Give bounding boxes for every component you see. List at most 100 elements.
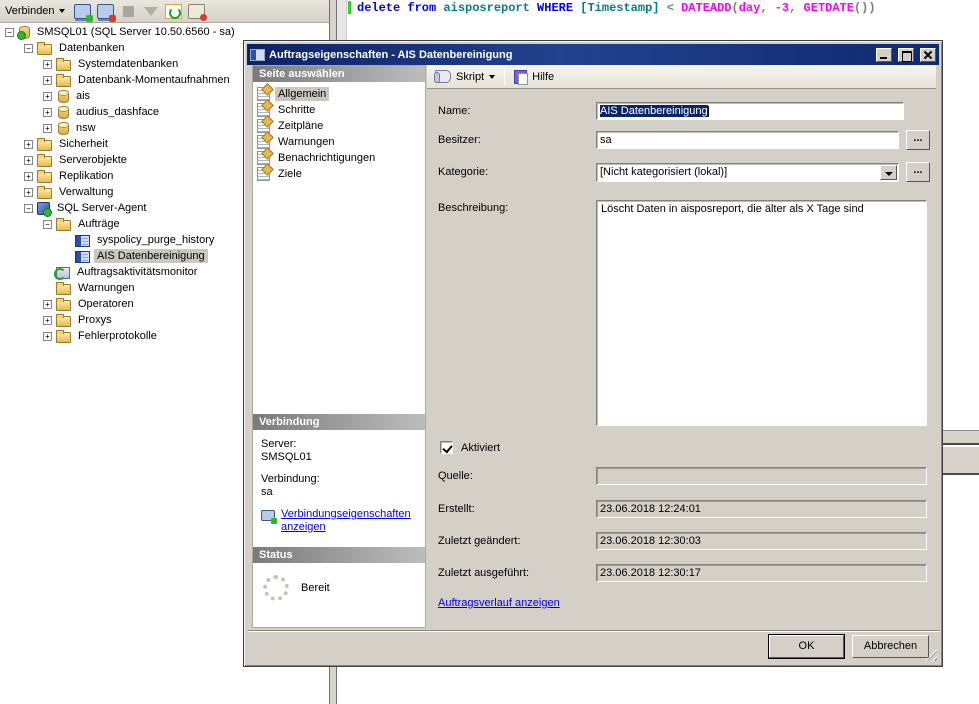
minimize-button[interactable] [876,48,892,62]
collapse-toggle[interactable]: − [24,204,33,213]
chevron-down-icon[interactable] [489,75,495,79]
filter-icon[interactable] [144,7,158,16]
job-icon [75,251,90,263]
folder-icon [37,140,52,151]
agent-icon [37,202,50,215]
category-select[interactable]: [Nicht kategorisiert (lokal)] [596,163,899,182]
dropdown-arrow-icon[interactable] [880,165,897,180]
owner-browse-button[interactable]: ... [906,130,930,150]
connection-properties-icon [261,510,275,521]
job-history-link[interactable]: Auftragsverlauf anzeigen [438,597,560,609]
expand-toggle[interactable]: + [24,188,33,197]
expand-toggle[interactable]: + [43,76,52,85]
owner-input[interactable]: sa [596,131,899,149]
sql-token: WHERE [537,1,580,15]
expand-toggle[interactable]: + [43,92,52,101]
server-value: SMSQL01 [261,451,425,464]
expand-toggle[interactable]: + [24,140,33,149]
close-button[interactable] [920,48,936,62]
query-editor[interactable]: delete from aisposreport WHERE [Timestam… [337,0,979,40]
tree-item-label: nsw [73,121,99,135]
page-item-allgemein[interactable]: Allgemein [253,86,425,102]
folder-icon [56,316,71,327]
tree-item-label: Auftragsaktivitätsmonitor [74,265,200,279]
folder-icon [56,60,71,71]
enabled-label: Aktiviert [461,442,500,454]
folder-icon [37,172,52,183]
job-icon [75,235,90,247]
page-item-schritte[interactable]: Schritte [253,102,425,118]
script-error-icon[interactable] [188,4,205,19]
expand-toggle[interactable]: + [24,156,33,165]
modified-value: 23.06.2018 12:30:03 [600,535,701,547]
tree-item-label: SMSQL01 (SQL Server 10.50.6560 - sa) [34,25,238,39]
page-item-zeitpläne[interactable]: Zeitpläne [253,118,425,134]
sql-token: , [789,1,803,15]
connection-header: Verbindung [253,414,425,430]
tree-item-label: Replikation [56,169,116,183]
page-item-label: Zeitpläne [275,119,326,133]
tree-item-label: Proxys [75,313,115,327]
text-cursor [708,106,709,117]
sql-code-line[interactable]: delete from aisposreport WHERE [Timestam… [357,1,876,15]
tree-item-label: Fehlerprotokolle [75,329,160,343]
help-icon [514,70,527,84]
tree-item-label: Datenbank-Momentaufnahmen [75,73,233,87]
expand-toggle[interactable]: + [24,172,33,181]
job-properties-dialog: Auftragseigenschaften - AIS Datenbereini… [243,40,943,667]
sql-token: day [739,1,761,15]
category-browse-button[interactable]: ... [906,162,930,182]
dialog-titlebar[interactable]: Auftragseigenschaften - AIS Datenbereini… [247,44,939,65]
folder-icon [56,220,71,231]
help-button[interactable]: Hilfe [532,71,554,83]
expand-toggle[interactable]: + [43,108,52,117]
disconnect-server-icon[interactable] [97,4,114,19]
connect-dropdown-button[interactable]: Verbinden [2,3,68,19]
cancel-button[interactable]: Abbrechen [852,635,929,658]
view-connection-properties-link[interactable]: Verbindungseigenschaften anzeigen [281,508,401,534]
sql-token: aisposreport [443,1,537,15]
tree-item-label: AIS Datenbereinigung [94,249,208,263]
folder-icon [37,44,52,55]
name-input[interactable]: AIS Datenbereinigung [596,102,904,120]
refresh-icon[interactable] [165,4,182,19]
expand-toggle[interactable]: + [43,316,52,325]
db-icon [58,90,69,103]
stop-icon [123,6,134,17]
sql-token: delete from [357,1,443,15]
expand-toggle[interactable]: + [43,300,52,309]
page-item-benachrichtigungen[interactable]: Benachrichtigungen [253,150,425,166]
tree-item[interactable]: − SMSQL01 (SQL Server 10.50.6560 - sa) [0,24,329,40]
editor-selection-margin [337,0,347,40]
maximize-button[interactable] [898,48,914,62]
expand-toggle[interactable]: + [43,124,52,133]
background-pane-edge [943,447,979,475]
enabled-checkbox[interactable] [440,441,453,454]
background-pane-edge [943,430,979,445]
status-box: Bereit [253,563,425,627]
executed-value: 23.06.2018 12:30:17 [600,567,701,579]
sql-token: ( [732,1,739,15]
change-tracking-bar [348,1,351,14]
collapse-toggle[interactable]: − [24,44,33,53]
collapse-toggle[interactable]: − [5,28,14,37]
collapse-toggle[interactable]: − [43,220,52,229]
dialog-toolbar: Skript Hilfe [427,65,936,89]
description-textarea[interactable]: Löscht Daten in aisposreport, die älter … [596,200,927,426]
name-value-selected: AIS Datenbereinigung [600,105,708,117]
connect-server-icon[interactable] [74,4,91,19]
dialog-left-panel: Seite auswählen AllgemeinSchritteZeitplä… [252,65,426,628]
page-item-warnungen[interactable]: Warnungen [253,134,425,150]
ok-button[interactable]: OK [769,635,844,658]
tree-item-label: Systemdatenbanken [75,57,181,71]
tree-item-label: Datenbanken [56,41,127,55]
expand-toggle[interactable]: + [43,60,52,69]
tree-item-label: audius_dashface [73,105,162,119]
tree-item-label: SQL Server-Agent [54,201,149,215]
owner-label: Besitzer: [438,134,481,146]
page-item-ziele[interactable]: Ziele [253,166,425,182]
chevron-down-icon [59,9,65,13]
created-value: 23.06.2018 12:24:01 [600,503,701,515]
script-button[interactable]: Skript [456,71,484,83]
expand-toggle[interactable]: + [43,332,52,341]
